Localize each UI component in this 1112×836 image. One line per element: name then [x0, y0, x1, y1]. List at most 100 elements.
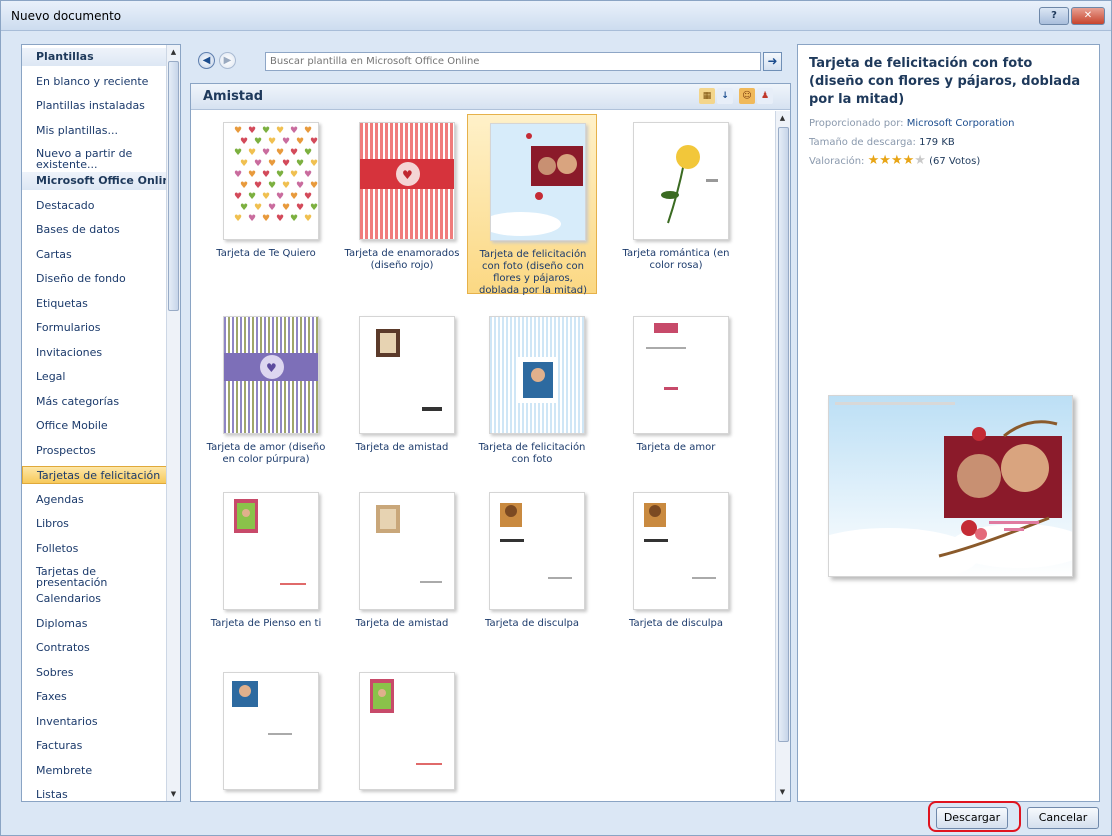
thumbnail-view-icon[interactable]: ▦	[699, 88, 715, 104]
sidebar-item[interactable]: Office Mobile	[22, 417, 168, 435]
template-tile[interactable]: ♥ Tarjeta de amor (diseño en color púrpura…	[201, 308, 331, 488]
template-tile[interactable]: Tarjeta de felicitación con foto	[467, 308, 597, 488]
star-icon[interactable]: ★	[868, 153, 880, 168]
svg-text:♥: ♥	[282, 181, 290, 191]
download-button[interactable]: Descargar	[936, 807, 1008, 829]
sidebar-item[interactable]: Listas	[22, 786, 168, 801]
caption-line: Tarjeta de Te Quiero	[216, 248, 316, 259]
gallery-scrollbar[interactable]: ▲ ▼	[775, 111, 790, 801]
sidebar-item[interactable]: En blanco y reciente	[22, 73, 168, 91]
rating-view-icon[interactable]: ☺	[739, 88, 755, 104]
svg-text:♥: ♥	[304, 192, 312, 202]
sidebar-item[interactable]: Mis plantillas...	[22, 122, 168, 140]
sidebar-item[interactable]: Membrete	[22, 762, 168, 780]
svg-text:♥: ♥	[282, 203, 290, 213]
template-caption: Tarjeta de amistad	[339, 618, 465, 630]
forward-arrow-icon[interactable]: ▶	[219, 52, 236, 69]
scroll-down-arrow-icon[interactable]: ▼	[776, 785, 789, 799]
svg-text:♥: ♥	[296, 203, 304, 213]
sidebar-item[interactable]: Agendas	[22, 491, 168, 509]
template-tile[interactable]: Tarjeta de disculpa	[611, 484, 741, 664]
template-tile[interactable]: Tarjeta de Pienso en ti	[201, 484, 331, 664]
template-tile[interactable]: Tarjeta romántica (en color rosa)	[611, 114, 741, 294]
sidebar-item[interactable]: Sobres	[22, 664, 168, 682]
template-tile[interactable]: ♥ Tarjeta de enamorados (diseño rojo)	[337, 114, 467, 294]
details-panel: Tarjeta de felicitación con foto (diseño…	[797, 44, 1100, 802]
svg-text:♥: ♥	[262, 170, 270, 180]
search-input[interactable]	[265, 52, 761, 71]
sidebar-section-header: Plantillas	[22, 48, 168, 66]
close-button[interactable]: ✕	[1071, 7, 1105, 25]
new-document-dialog: Nuevo documento ? ✕ Plantillas En blanco …	[0, 0, 1112, 836]
sidebar-item[interactable]: Cartas	[22, 246, 168, 264]
provided-by-label: Proporcionado por:	[809, 118, 904, 129]
sidebar-item[interactable]: Nuevo a partir de existente...	[22, 146, 168, 172]
sort-az-icon[interactable]: ↓	[717, 88, 733, 104]
star-icon[interactable]: ★	[879, 153, 891, 168]
scroll-thumb[interactable]	[168, 61, 179, 311]
sidebar-item[interactable]: Etiquetas	[22, 295, 168, 313]
help-button[interactable]: ?	[1039, 7, 1069, 25]
sidebar-item[interactable]: Prospectos	[22, 442, 168, 460]
svg-text:♥: ♥	[276, 170, 284, 180]
scroll-up-arrow-icon[interactable]: ▲	[167, 45, 180, 59]
sidebar-item[interactable]: Tarjetas de felicitación	[22, 466, 168, 484]
template-thumbnail	[490, 123, 586, 241]
caption-line: doblada por la mitad)	[478, 285, 588, 296]
svg-text:♥: ♥	[296, 137, 304, 147]
svg-text:♥: ♥	[254, 137, 262, 147]
sidebar-item[interactable]: Más categorías	[22, 393, 168, 411]
caption-line: con foto (diseño con	[482, 261, 584, 272]
svg-text:♥: ♥	[262, 126, 270, 136]
caption-line: flores y pájaros,	[493, 273, 573, 284]
scroll-up-arrow-icon[interactable]: ▲	[776, 111, 789, 125]
svg-text:♥: ♥	[268, 159, 276, 169]
svg-text:♥: ♥	[268, 181, 276, 191]
back-arrow-icon[interactable]: ◀	[198, 52, 215, 69]
template-tile[interactable]: Tarjeta de felicitación con foto (diseño …	[467, 114, 597, 296]
svg-text:♥: ♥	[254, 203, 262, 213]
sidebar-item[interactable]: Destacado	[22, 197, 168, 215]
sidebar-item[interactable]: Diplomas	[22, 615, 168, 633]
sidebar-item-label: existente...	[36, 158, 98, 171]
template-tile[interactable]: Tarjeta de amistad	[337, 484, 467, 664]
star-icon[interactable]: ★	[891, 153, 903, 168]
sidebar-item[interactable]: Tarjetas de presentación	[22, 564, 168, 590]
svg-text:♥: ♥	[290, 126, 298, 136]
star-icon[interactable]: ★	[903, 153, 915, 168]
search-go-arrow-icon[interactable]: ➜	[763, 52, 782, 71]
sidebar-item[interactable]: Diseño de fondo	[22, 270, 168, 288]
rating-stars[interactable]: ★★★★★	[868, 153, 926, 168]
template-tile[interactable]	[337, 664, 467, 801]
sidebar-item[interactable]: Legal	[22, 368, 168, 386]
sidebar-item[interactable]: Formularios	[22, 319, 168, 337]
caption-line: Tarjeta de felicitación	[479, 249, 587, 260]
star-icon[interactable]: ★	[914, 153, 926, 168]
sidebar-item[interactable]: Folletos	[22, 540, 168, 558]
gallery-scroll-thumb[interactable]	[778, 127, 789, 742]
template-caption: Tarjeta de enamorados (diseño rojo)	[339, 248, 465, 272]
sidebar-item[interactable]: Plantillas instaladas	[22, 97, 168, 115]
sidebar-item[interactable]: Facturas	[22, 737, 168, 755]
template-tile[interactable]: Tarjeta de amistad	[337, 308, 467, 488]
cancel-button[interactable]: Cancelar	[1027, 807, 1099, 829]
svg-text:♥: ♥	[290, 170, 298, 180]
template-tile[interactable]: Tarjeta de amor	[611, 308, 741, 488]
template-tile[interactable]: ♥ ♥ ♥ ♥ ♥ ♥ ♥ ♥ ♥ ♥ ♥ ♥ ♥ ♥ ♥ ♥ ♥ ♥ ♥ ♥ ♥ ♥ ♥ ♥ ♥ ♥ ♥ ♥ ♥ ♥ ♥ ♥ ♥ ♥ ♥ ♥ ♥ ♥ ♥ ♥…	[201, 114, 331, 294]
votes-count: (67 Votos)	[929, 156, 981, 167]
template-tile[interactable]	[201, 664, 331, 801]
sidebar-item[interactable]: Bases de datos	[22, 221, 168, 239]
sidebar-item[interactable]: Faxes	[22, 688, 168, 706]
download-size-value: 179 KB	[919, 137, 955, 148]
category-scrollbar[interactable]: ▲ ▼	[166, 45, 180, 801]
person-icon[interactable]: ♟	[757, 88, 773, 104]
sidebar-item[interactable]: Libros	[22, 515, 168, 533]
sidebar-item[interactable]: Contratos	[22, 639, 168, 657]
svg-text:♥: ♥	[304, 214, 312, 224]
sidebar-item[interactable]: Invitaciones	[22, 344, 168, 362]
provided-by-value[interactable]: Microsoft Corporation	[907, 118, 1015, 129]
scroll-down-arrow-icon[interactable]: ▼	[167, 787, 180, 801]
template-tile[interactable]: Tarjeta de disculpa	[467, 484, 597, 664]
sidebar-item[interactable]: Inventarios	[22, 713, 168, 731]
sidebar-item[interactable]: Calendarios	[22, 590, 168, 608]
